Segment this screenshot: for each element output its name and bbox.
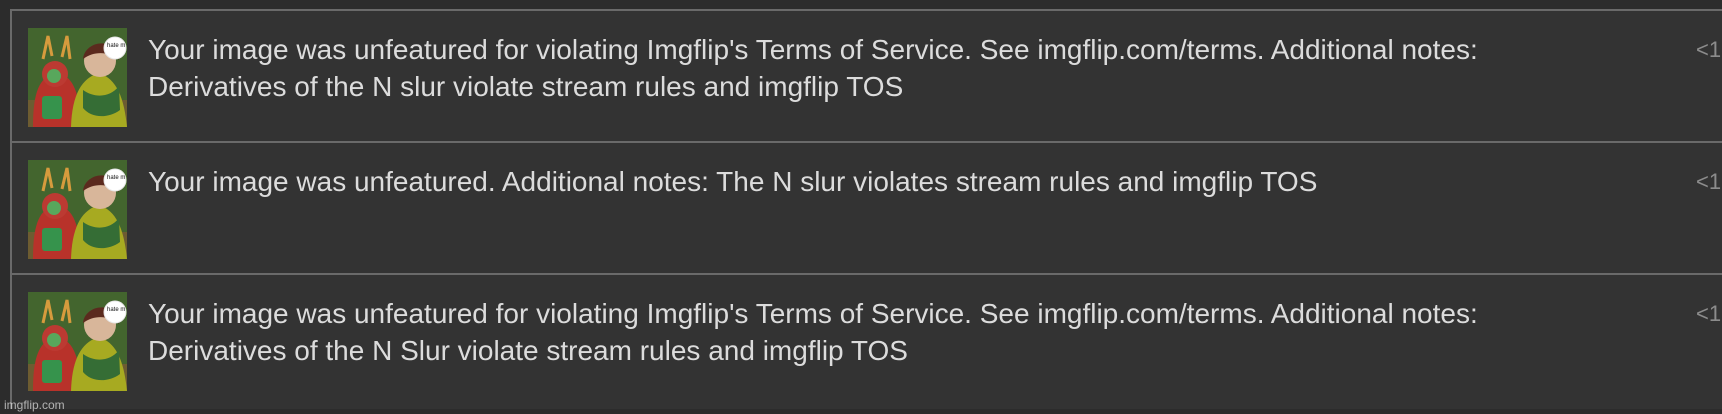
meme-thumbnail[interactable]: hate m xyxy=(28,292,127,391)
notification-time: <1h xyxy=(1696,37,1722,62)
notification-time: <1h xyxy=(1696,301,1722,326)
meme-thumbnail[interactable]: hate m xyxy=(28,28,127,127)
meme-thumbnail[interactable]: hate m xyxy=(28,160,127,259)
thumbnail-caption: hate m xyxy=(107,43,126,49)
notification-message: Your image was unfeatured for violating … xyxy=(148,34,1478,102)
notification-message: Your image was unfeatured for violating … xyxy=(148,298,1478,366)
notification-message: Your image was unfeatured. Additional no… xyxy=(148,166,1318,197)
notification-time: <1h xyxy=(1696,169,1722,194)
notification-item[interactable]: hate m Your image was unfeatured for vio… xyxy=(12,275,1722,409)
imgflip-watermark: imgflip.com xyxy=(4,398,65,412)
notifications-page: { "notifications": [ { "message": "Your … xyxy=(0,0,1722,414)
notification-list: hate m Your image was unfeatured for vio… xyxy=(10,9,1722,409)
notification-item[interactable]: hate m Your image was unfeatured. Additi… xyxy=(12,143,1722,275)
thumbnail-caption: hate m xyxy=(107,307,126,313)
thumbnail-caption: hate m xyxy=(107,175,126,181)
notification-item[interactable]: hate m Your image was unfeatured for vio… xyxy=(12,11,1722,143)
